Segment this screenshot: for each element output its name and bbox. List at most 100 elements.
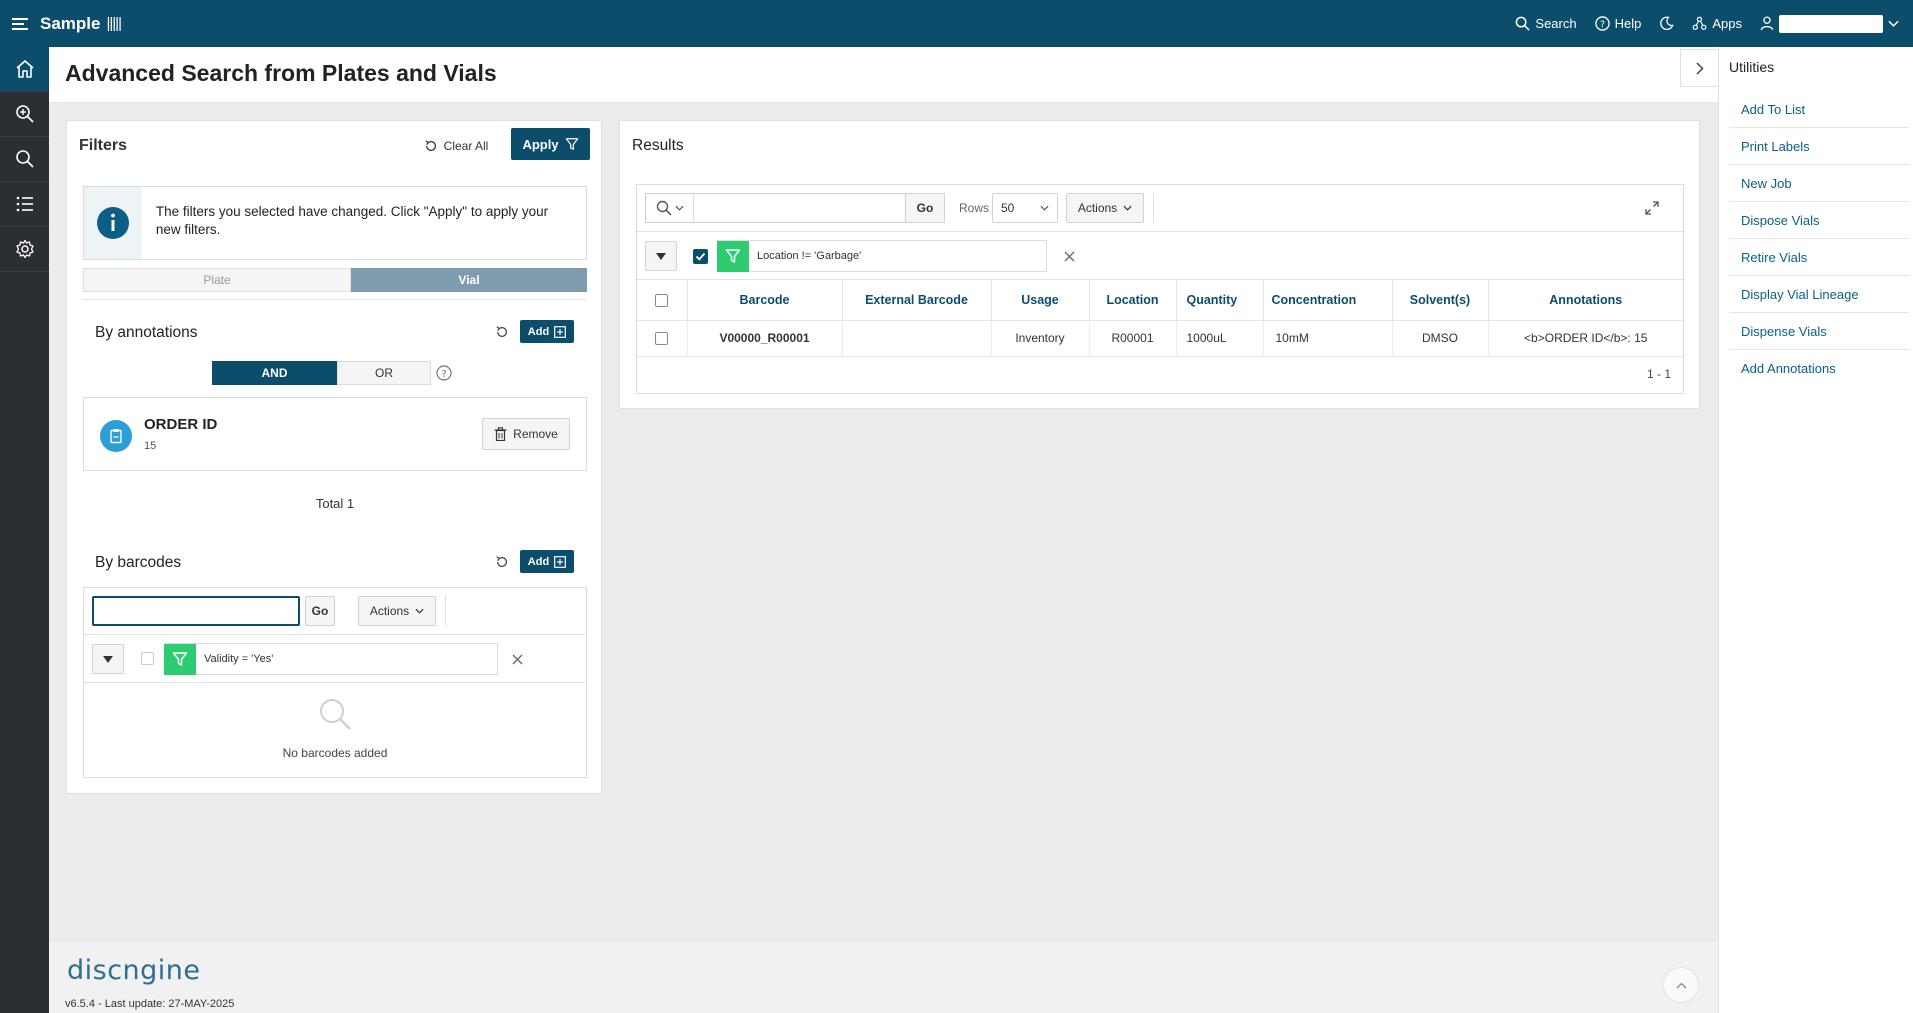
- barcode-link[interactable]: V00000_R00001: [687, 320, 843, 357]
- search-column-menu[interactable]: [646, 194, 694, 222]
- apps-icon: [1692, 16, 1707, 30]
- util-new-job[interactable]: New Job: [1729, 165, 1909, 202]
- util-add-to-list[interactable]: Add To List: [1729, 91, 1909, 128]
- column-header[interactable]: Barcode: [687, 280, 843, 321]
- apply-button[interactable]: Apply: [511, 128, 590, 160]
- util-dispense-vials[interactable]: Dispense Vials: [1729, 313, 1909, 350]
- nav-settings[interactable]: [0, 227, 49, 272]
- check-icon: [695, 252, 706, 261]
- moon-icon: [1660, 16, 1674, 31]
- util-dispose-vials[interactable]: Dispose Vials: [1729, 202, 1909, 239]
- column-header[interactable]: External Barcode: [842, 280, 992, 321]
- menu-icon[interactable]: [0, 17, 40, 31]
- column-header[interactable]: Annotations: [1488, 280, 1683, 321]
- column-header[interactable]: Solvent(s): [1392, 280, 1489, 321]
- caret-down-icon: [103, 655, 113, 663]
- remove-label: Remove: [513, 427, 558, 441]
- nav-advanced-search[interactable]: [0, 92, 49, 137]
- concentration-cell: 10mM: [1263, 320, 1393, 357]
- logic-or[interactable]: OR: [337, 361, 431, 385]
- results-search-input[interactable]: [694, 195, 894, 221]
- reset-barcodes-icon[interactable]: [495, 555, 509, 569]
- help-icon[interactable]: ?: [436, 365, 452, 381]
- column-header[interactable]: Location: [1089, 280, 1177, 321]
- nav-search[interactable]: [0, 137, 49, 182]
- home-icon: [15, 60, 34, 78]
- toolbar-divider: [1153, 193, 1154, 223]
- filter-enable-checkbox[interactable]: [141, 652, 154, 665]
- chevron-down-icon: [1888, 20, 1899, 27]
- version-text: v6.5.4 - Last update: 27-MAY-2025: [65, 998, 235, 1010]
- svg-text:?: ?: [441, 369, 446, 380]
- filter-enable-checkbox[interactable]: [693, 249, 708, 264]
- rows-value: 50: [1001, 201, 1015, 215]
- util-add-annotations[interactable]: Add Annotations: [1729, 350, 1909, 387]
- remove-annotation-button[interactable]: Remove: [482, 418, 570, 450]
- user-icon: [1760, 16, 1774, 31]
- quantity-cell: 1000uL: [1176, 320, 1264, 357]
- chevron-down-icon: [1123, 205, 1132, 211]
- user-menu[interactable]: [1760, 14, 1899, 33]
- expand-icon[interactable]: [1645, 201, 1659, 215]
- results-panel: Results Go Rows 50 Actions Location != '…: [619, 120, 1700, 409]
- column-header[interactable]: Concentration: [1263, 280, 1393, 321]
- utilities-title: Utilities: [1729, 59, 1775, 75]
- app-name: Sample: [40, 13, 101, 33]
- plus-square-icon: [554, 555, 567, 568]
- toolbar-divider: [445, 596, 446, 626]
- row-checkbox[interactable]: [655, 332, 669, 346]
- close-icon[interactable]: [512, 654, 523, 665]
- clear-all-button[interactable]: Clear All: [419, 131, 493, 161]
- search-icon: [1516, 16, 1530, 31]
- barcode-go-button[interactable]: Go: [305, 596, 335, 626]
- top-apps-button[interactable]: Apps: [1692, 16, 1742, 31]
- results-filter-chip[interactable]: Location != 'Garbage': [717, 240, 1047, 272]
- utilities-panel: Utilities Add To List Print Labels New J…: [1718, 47, 1913, 1013]
- annotations-cell: <b>ORDER ID</b>: 15: [1488, 320, 1683, 357]
- results-actions-label: Actions: [1077, 201, 1118, 215]
- collapse-toggle[interactable]: [92, 644, 124, 674]
- column-header[interactable]: Quantity: [1176, 280, 1264, 321]
- close-icon[interactable]: [1064, 251, 1075, 262]
- add-annotation-button[interactable]: Add: [520, 320, 574, 343]
- alert-message: The filters you selected have changed. C…: [155, 204, 549, 238]
- location-link[interactable]: R00001: [1089, 320, 1177, 357]
- nav-lists[interactable]: [0, 182, 49, 227]
- reset-annotations-icon[interactable]: [495, 325, 509, 339]
- nav-home[interactable]: [0, 47, 49, 92]
- barcode-actions-button[interactable]: Actions: [358, 596, 436, 626]
- annotation-value: 15: [144, 440, 157, 452]
- util-retire-vials[interactable]: Retire Vials: [1729, 239, 1909, 276]
- chevron-up-icon: [1676, 982, 1686, 988]
- zoom-search-icon: [15, 105, 34, 123]
- page-title: Advanced Search from Plates and Vials: [65, 60, 497, 86]
- select-all-checkbox[interactable]: [655, 293, 669, 307]
- rows-select[interactable]: 50: [992, 193, 1058, 223]
- logic-and[interactable]: AND: [212, 361, 337, 385]
- barcodes-filter-row: Validity = 'Yes': [84, 635, 586, 683]
- top-apps-label: Apps: [1712, 16, 1742, 31]
- util-display-vial-lineage[interactable]: Display Vial Lineage: [1729, 276, 1909, 313]
- results-go-button[interactable]: Go: [905, 193, 945, 223]
- barcode-search-input[interactable]: [92, 596, 300, 626]
- dark-mode-toggle[interactable]: [1659, 16, 1674, 31]
- search-icon: [656, 200, 672, 216]
- svg-text:?: ?: [1600, 19, 1605, 30]
- funnel-icon: [565, 138, 578, 150]
- barcode-filter-chip[interactable]: Validity = 'Yes': [164, 643, 498, 675]
- results-actions-button[interactable]: Actions: [1066, 193, 1144, 223]
- top-help-button[interactable]: ? Help: [1594, 16, 1641, 31]
- tab-vial[interactable]: Vial: [351, 268, 587, 292]
- scroll-to-top-button[interactable]: [1663, 967, 1699, 1003]
- add-barcode-button[interactable]: Add: [520, 550, 574, 573]
- utilities-toggle[interactable]: [1680, 49, 1718, 87]
- column-header[interactable]: Usage: [991, 280, 1090, 321]
- tab-plate[interactable]: Plate: [83, 268, 351, 292]
- select-all-cell: [637, 280, 688, 321]
- util-print-labels[interactable]: Print Labels: [1729, 128, 1909, 165]
- collapse-toggle[interactable]: [645, 241, 677, 271]
- filters-panel: Filters Clear All Apply The filters you …: [66, 120, 602, 794]
- side-nav: [0, 47, 49, 1013]
- app-brand[interactable]: Sample |||||: [40, 13, 122, 34]
- top-search-button[interactable]: Search: [1515, 16, 1577, 31]
